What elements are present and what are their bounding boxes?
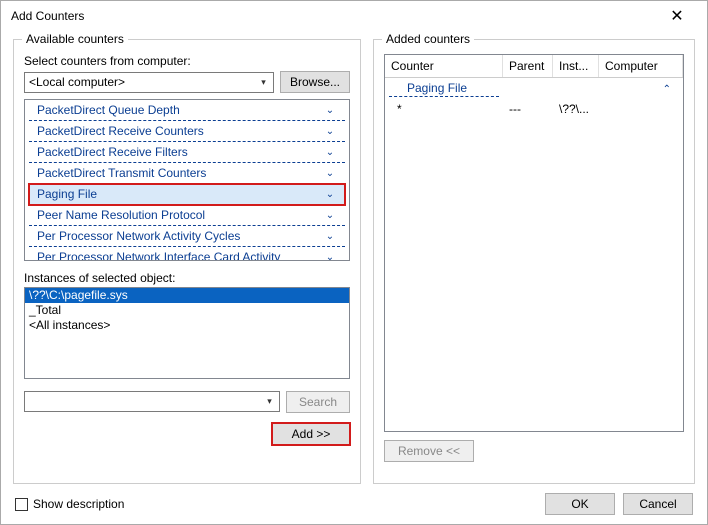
computer-combo[interactable]: <Local computer> ▾ — [24, 72, 274, 93]
ok-button[interactable]: OK — [545, 493, 615, 515]
chevron-down-icon: ⌄ — [323, 126, 337, 137]
counter-category-label: PacketDirect Receive Filters — [37, 145, 323, 159]
counter-category-item[interactable]: PacketDirect Queue Depth⌄ — [29, 100, 345, 121]
col-inst[interactable]: Inst... — [553, 55, 599, 77]
chevron-up-icon: ⌃ — [663, 84, 677, 95]
counter-category-label: Paging File — [37, 187, 323, 201]
instance-item[interactable]: <All instances> — [25, 318, 349, 333]
browse-button[interactable]: Browse... — [280, 71, 350, 93]
chevron-down-icon: ⌄ — [323, 231, 337, 242]
col-parent[interactable]: Parent — [503, 55, 553, 77]
chevron-down-icon: ⌄ — [323, 210, 337, 221]
added-group-label: Paging File — [389, 80, 499, 97]
counter-category-list[interactable]: PacketDirect Queue Depth⌄PacketDirect Re… — [24, 99, 350, 261]
cell-parent: --- — [503, 101, 553, 117]
show-description-checkbox[interactable] — [15, 498, 28, 511]
table-header: Counter Parent Inst... Computer — [385, 55, 683, 78]
instances-label: Instances of selected object: — [24, 271, 350, 285]
add-counters-window: Add Counters ✕ Available counters Select… — [0, 0, 708, 525]
cell-computer — [599, 101, 683, 117]
titlebar: Add Counters ✕ — [1, 1, 707, 31]
counter-category-item[interactable]: Peer Name Resolution Protocol⌄ — [29, 205, 345, 226]
col-computer[interactable]: Computer — [599, 55, 683, 77]
chevron-down-icon: ⌄ — [323, 147, 337, 158]
instance-item[interactable]: \??\C:\pagefile.sys — [25, 288, 349, 303]
chevron-down-icon: ▾ — [262, 394, 277, 409]
counter-category-label: Peer Name Resolution Protocol — [37, 208, 323, 222]
counter-category-label: PacketDirect Transmit Counters — [37, 166, 323, 180]
instance-item[interactable]: _Total — [25, 303, 349, 318]
search-combo[interactable]: ▾ — [24, 391, 280, 412]
counter-category-item[interactable]: Paging File⌄ — [29, 184, 345, 205]
col-counter[interactable]: Counter — [385, 55, 503, 77]
close-icon[interactable]: ✕ — [657, 6, 697, 26]
counter-category-item[interactable]: PacketDirect Receive Counters⌄ — [29, 121, 345, 142]
counter-category-item[interactable]: Per Processor Network Interface Card Act… — [29, 247, 345, 261]
added-counters-table: Counter Parent Inst... Computer Paging F… — [384, 54, 684, 432]
added-legend: Added counters — [382, 32, 474, 46]
cancel-button[interactable]: Cancel — [623, 493, 693, 515]
dialog-body: Available counters Select counters from … — [1, 31, 707, 484]
counter-category-item[interactable]: Per Processor Network Activity Cycles⌄ — [29, 226, 345, 247]
computer-combo-value: <Local computer> — [29, 75, 125, 89]
cell-inst: \??\... — [553, 101, 599, 117]
available-counters-group: Available counters Select counters from … — [13, 39, 361, 484]
chevron-down-icon: ⌄ — [323, 168, 337, 179]
chevron-down-icon: ▾ — [256, 75, 271, 90]
counter-category-item[interactable]: PacketDirect Receive Filters⌄ — [29, 142, 345, 163]
select-from-label: Select counters from computer: — [24, 54, 350, 68]
window-title: Add Counters — [11, 9, 657, 23]
added-counters-group: Added counters Counter Parent Inst... Co… — [373, 39, 695, 484]
show-description-label: Show description — [33, 497, 124, 511]
table-row[interactable]: * --- \??\... — [385, 99, 683, 119]
instances-list[interactable]: \??\C:\pagefile.sys_Total<All instances> — [24, 287, 350, 379]
dialog-footer: Show description OK Cancel — [1, 484, 707, 524]
available-legend: Available counters — [22, 32, 128, 46]
remove-button[interactable]: Remove << — [384, 440, 474, 462]
add-button[interactable]: Add >> — [272, 423, 350, 445]
cell-counter: * — [385, 101, 503, 117]
added-group-row[interactable]: Paging File ⌃ — [385, 78, 683, 99]
chevron-down-icon: ⌄ — [323, 189, 337, 200]
chevron-down-icon: ⌄ — [323, 105, 337, 116]
counter-category-item[interactable]: PacketDirect Transmit Counters⌄ — [29, 163, 345, 184]
counter-category-label: Per Processor Network Activity Cycles — [37, 229, 323, 243]
counter-category-label: PacketDirect Receive Counters — [37, 124, 323, 138]
search-button[interactable]: Search — [286, 391, 350, 413]
counter-category-label: PacketDirect Queue Depth — [37, 103, 323, 117]
chevron-down-icon: ⌄ — [323, 252, 337, 262]
counter-category-label: Per Processor Network Interface Card Act… — [37, 250, 323, 261]
